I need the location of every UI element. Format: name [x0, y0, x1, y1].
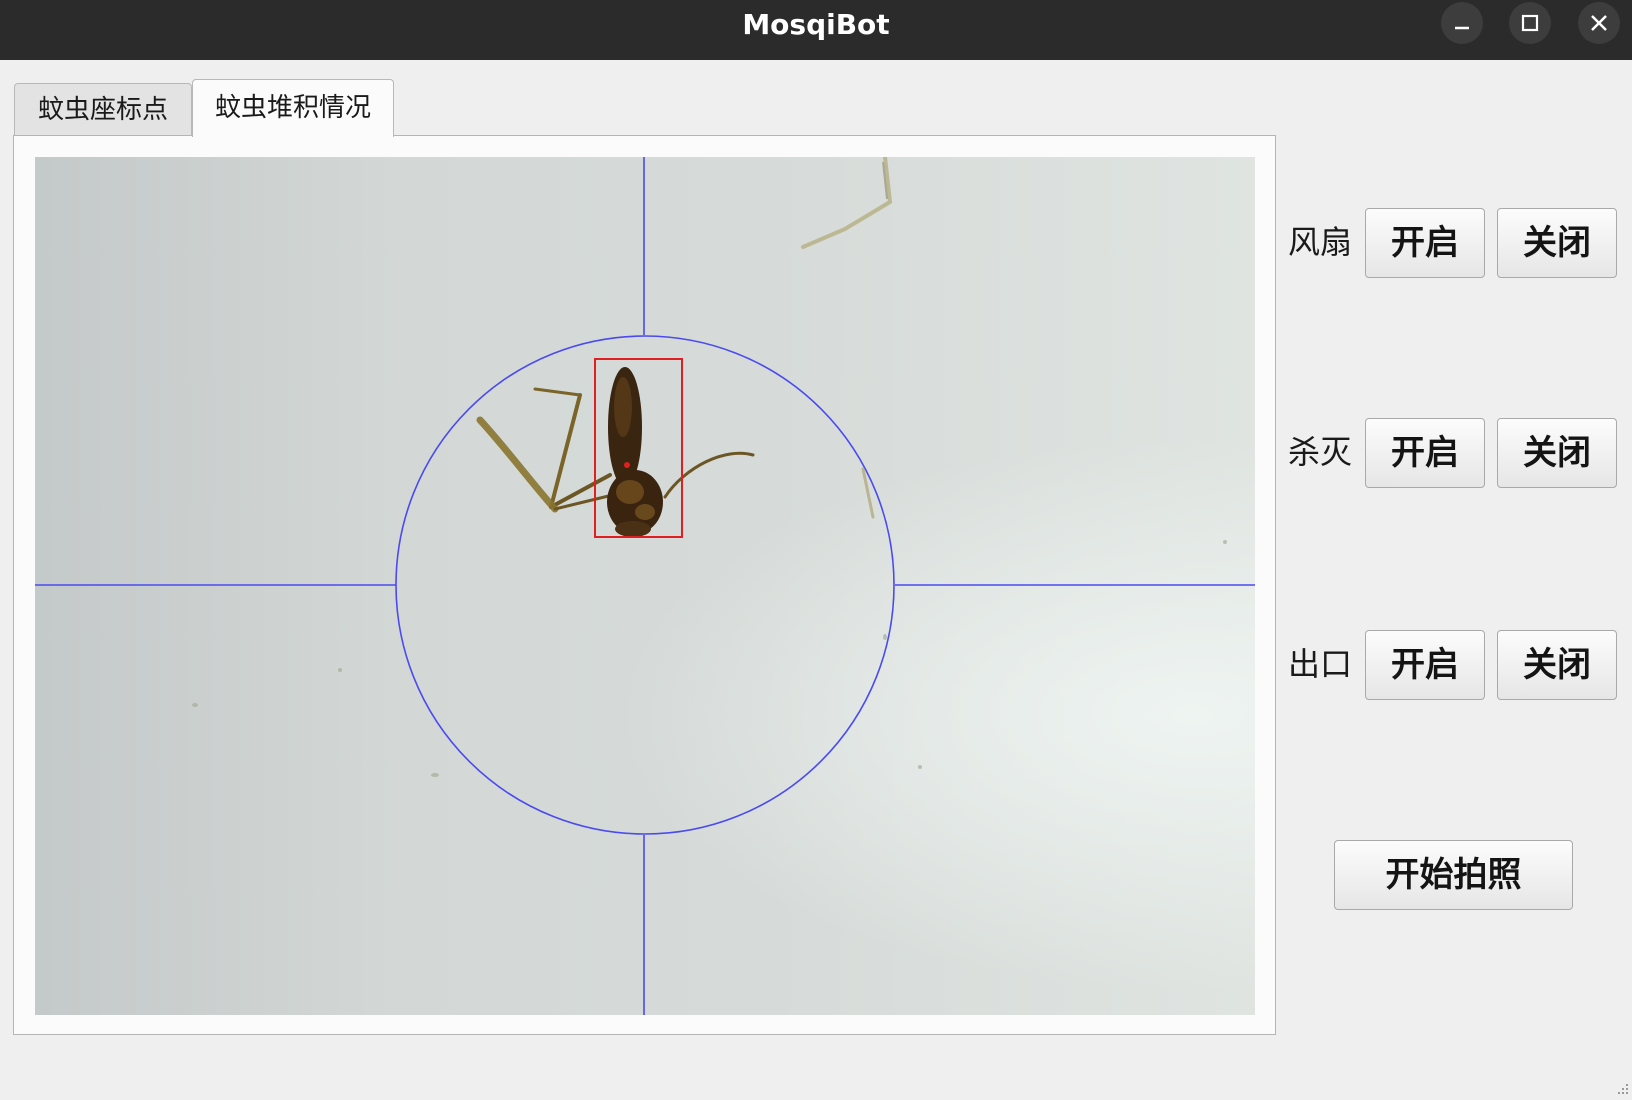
- close-button[interactable]: [1578, 2, 1620, 44]
- tab-mosquito-accumulation[interactable]: 蚊虫堆积情况: [192, 79, 394, 137]
- fan-label: 风扇: [1288, 223, 1353, 261]
- specks: [192, 540, 1227, 777]
- fan-off-button[interactable]: 关闭: [1497, 208, 1617, 278]
- mosquito-antenna: [801, 157, 893, 249]
- close-icon: [1591, 15, 1607, 31]
- detection-center-dot: [624, 462, 630, 468]
- maximize-icon: [1521, 14, 1539, 32]
- kill-on-button[interactable]: 开启: [1365, 418, 1485, 488]
- kill-label: 杀灭: [1288, 433, 1353, 471]
- mosquito: [476, 367, 875, 537]
- crosshair: [35, 157, 1255, 1015]
- minimize-icon: [1455, 26, 1469, 30]
- maximize-button[interactable]: [1509, 2, 1551, 44]
- title-bar: MosqiBot: [0, 0, 1632, 60]
- start-photo-button[interactable]: 开始拍照: [1334, 840, 1573, 910]
- kill-off-button[interactable]: 关闭: [1497, 418, 1617, 488]
- minimize-button[interactable]: [1441, 2, 1483, 44]
- camera-overlay: [35, 157, 1255, 1015]
- exit-off-button[interactable]: 关闭: [1497, 630, 1617, 700]
- window-title: MosqiBot: [742, 8, 890, 41]
- exit-on-button[interactable]: 开启: [1365, 630, 1485, 700]
- exit-label: 出口: [1288, 645, 1353, 683]
- resize-grip-icon[interactable]: [1612, 1080, 1630, 1098]
- target-circle: [395, 335, 895, 835]
- camera-view: [35, 157, 1255, 1015]
- fan-on-button[interactable]: 开启: [1365, 208, 1485, 278]
- tab-mosquito-coordinates[interactable]: 蚊虫座标点: [14, 83, 192, 135]
